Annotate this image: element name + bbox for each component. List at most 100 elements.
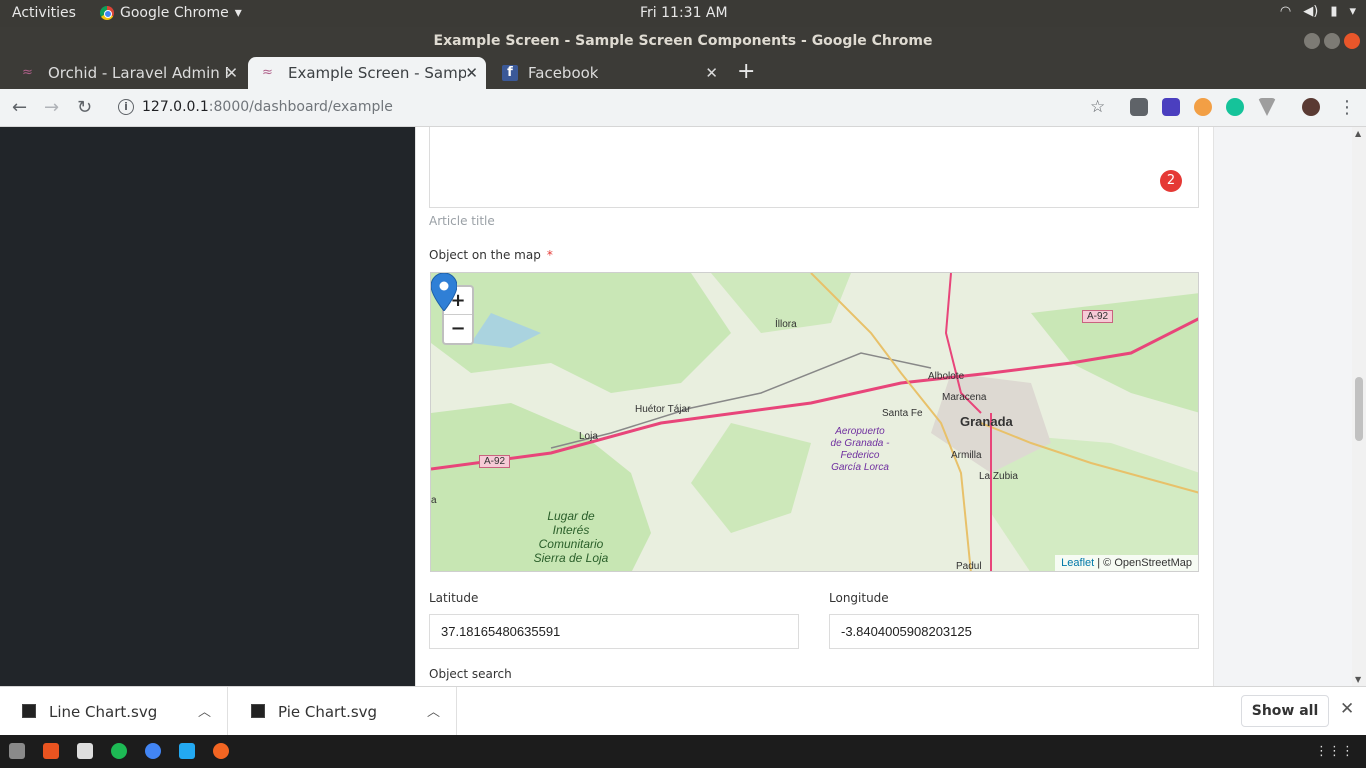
tab-label: Facebook bbox=[528, 64, 599, 82]
files-icon[interactable] bbox=[9, 743, 25, 759]
show-all-downloads-button[interactable]: Show all bbox=[1241, 695, 1329, 727]
map-place-label: Íllora bbox=[775, 319, 797, 330]
downloads-shelf: Line Chart.svg ︿ Pie Chart.svg ︿ Show al… bbox=[0, 686, 1366, 736]
vscode-icon[interactable] bbox=[179, 743, 195, 759]
map-marker-icon[interactable] bbox=[431, 273, 457, 311]
profile-avatar[interactable] bbox=[1302, 98, 1320, 116]
airport-label: Aeropuerto de Granada - Federico García … bbox=[830, 426, 890, 473]
forward-arrow-icon[interactable]: → bbox=[44, 97, 59, 118]
software-center-icon[interactable] bbox=[43, 743, 59, 759]
page-scrollbar[interactable]: ▲ ▼ bbox=[1352, 127, 1366, 686]
extension-orange-icon[interactable] bbox=[1194, 98, 1212, 116]
map-place-label: Santa Fe bbox=[882, 408, 923, 419]
tab-facebook[interactable]: f Facebook ✕ bbox=[488, 57, 726, 89]
longitude-label: Longitude bbox=[829, 591, 889, 605]
chrome-icon bbox=[100, 6, 114, 20]
system-tray[interactable]: ◠ ◀) ▮ ▾ bbox=[1280, 4, 1356, 19]
close-downloads-icon[interactable]: ✕ bbox=[1340, 699, 1354, 719]
road-shield: A-92 bbox=[479, 455, 511, 468]
tab-example-screen[interactable]: ≈ Example Screen - Sample S ✕ bbox=[248, 57, 486, 89]
map-place-label: Maracena bbox=[942, 392, 987, 403]
browser-toolbar: ← → ↻ i 127.0.0.1:8000/dashboard/example… bbox=[0, 89, 1366, 127]
caret-down-icon: ▾ bbox=[1349, 4, 1356, 19]
close-tab-icon[interactable]: ✕ bbox=[705, 64, 718, 82]
tab-orchid[interactable]: ≈ Orchid - Laravel Admin Pa ✕ bbox=[8, 57, 246, 89]
download-item[interactable]: Pie Chart.svg ︿ bbox=[229, 687, 457, 736]
volume-icon: ◀) bbox=[1303, 4, 1319, 19]
minimize-button[interactable] bbox=[1304, 33, 1320, 49]
app-name: Google Chrome bbox=[120, 5, 229, 21]
caret-down-icon: ▾ bbox=[234, 5, 242, 21]
tab-strip: ≈ Orchid - Laravel Admin Pa ✕ ≈ Example … bbox=[0, 55, 1366, 89]
main-content: 2 Article title Object on the map* ce Íl… bbox=[415, 127, 1214, 686]
activities-button[interactable]: Activities bbox=[12, 5, 76, 21]
back-arrow-icon[interactable]: ← bbox=[12, 97, 27, 118]
zoom-out-button[interactable]: − bbox=[444, 315, 472, 343]
file-icon bbox=[22, 704, 36, 718]
admin-sidebar bbox=[0, 127, 415, 686]
tab-label: Example Screen - Sample S bbox=[288, 64, 466, 82]
app-icon[interactable] bbox=[77, 743, 93, 759]
extension-v-icon[interactable] bbox=[1258, 98, 1276, 116]
menu-dots-icon[interactable]: ⋮ bbox=[1338, 97, 1356, 118]
file-icon bbox=[251, 704, 265, 718]
battery-icon: ▮ bbox=[1330, 4, 1338, 19]
required-mark: * bbox=[546, 248, 553, 262]
rich-text-editor[interactable]: 2 bbox=[429, 127, 1199, 208]
map-place-label: Huétor Tájar bbox=[635, 404, 691, 415]
object-search-label: Object search bbox=[429, 667, 512, 681]
scroll-down-icon[interactable]: ▼ bbox=[1355, 675, 1361, 684]
download-filename: Pie Chart.svg bbox=[278, 703, 378, 721]
latitude-label: Latitude bbox=[429, 591, 479, 605]
postman-icon[interactable] bbox=[213, 743, 229, 759]
chevron-up-icon[interactable]: ︿ bbox=[198, 701, 211, 720]
bookmark-star-icon[interactable]: ☆ bbox=[1090, 97, 1105, 117]
protected-area-label: Lugar de Interés Comunitario Sierra de L… bbox=[533, 509, 609, 565]
latitude-input[interactable]: 37.18165480635591 bbox=[429, 614, 799, 649]
leaflet-map[interactable]: ce Íllora Albolote Maracena Granada Sant… bbox=[430, 272, 1199, 572]
close-tab-icon[interactable]: ✕ bbox=[225, 64, 238, 82]
chrome-icon[interactable] bbox=[145, 743, 161, 759]
clock[interactable]: Fri 11:31 AM bbox=[640, 5, 728, 21]
tab-label: Orchid - Laravel Admin Pa bbox=[48, 64, 228, 82]
map-field-label: Object on the map * bbox=[429, 248, 553, 262]
taskbar: ⋮⋮⋮ bbox=[0, 735, 1366, 768]
download-item[interactable]: Line Chart.svg ︿ bbox=[0, 687, 228, 736]
window-title: Example Screen - Sample Screen Component… bbox=[433, 33, 933, 49]
longitude-input[interactable]: -3.8404005908203125 bbox=[829, 614, 1199, 649]
reload-icon[interactable]: ↻ bbox=[77, 97, 92, 118]
spotify-icon[interactable] bbox=[111, 743, 127, 759]
extension-purple-icon[interactable] bbox=[1162, 98, 1180, 116]
road-shield: A-92 bbox=[1082, 310, 1114, 323]
scrollbar-thumb[interactable] bbox=[1355, 377, 1363, 441]
map-place-label: a bbox=[431, 495, 437, 506]
map-place-label: Armilla bbox=[951, 450, 982, 461]
site-info-icon[interactable]: i bbox=[118, 99, 134, 115]
chevron-up-icon[interactable]: ︿ bbox=[427, 701, 440, 720]
download-filename: Line Chart.svg bbox=[49, 703, 158, 721]
new-tab-button[interactable]: + bbox=[737, 59, 755, 84]
map-place-label: Loja bbox=[579, 431, 598, 442]
system-top-bar: Activities Google Chrome ▾ Fri 11:31 AM … bbox=[0, 0, 1366, 27]
close-window-button[interactable] bbox=[1344, 33, 1360, 49]
facebook-favicon-icon: f bbox=[502, 65, 518, 81]
address-bar[interactable]: i 127.0.0.1:8000/dashboard/example bbox=[110, 93, 1120, 123]
orchid-favicon-icon: ≈ bbox=[22, 65, 33, 80]
extension-bulb-icon[interactable] bbox=[1130, 98, 1148, 116]
map-place-label: Granada bbox=[960, 414, 1013, 429]
window-controls bbox=[1304, 33, 1360, 49]
page-background bbox=[1214, 127, 1352, 686]
maximize-button[interactable] bbox=[1324, 33, 1340, 49]
orchid-favicon-icon: ≈ bbox=[262, 65, 273, 80]
osm-link[interactable]: OpenStreetMap bbox=[1114, 557, 1192, 569]
scroll-up-icon[interactable]: ▲ bbox=[1355, 129, 1361, 138]
app-menu[interactable]: Google Chrome ▾ bbox=[100, 5, 242, 21]
url-text[interactable]: 127.0.0.1:8000/dashboard/example bbox=[142, 99, 393, 115]
grammarly-count-badge[interactable]: 2 bbox=[1160, 170, 1182, 192]
leaflet-link[interactable]: Leaflet bbox=[1061, 557, 1094, 569]
map-place-label: La Zubia bbox=[979, 471, 1018, 482]
wifi-icon: ◠ bbox=[1279, 4, 1292, 19]
show-apps-icon[interactable]: ⋮⋮⋮ bbox=[1315, 744, 1354, 759]
close-tab-icon[interactable]: ✕ bbox=[465, 64, 478, 82]
grammarly-icon[interactable] bbox=[1226, 98, 1244, 116]
